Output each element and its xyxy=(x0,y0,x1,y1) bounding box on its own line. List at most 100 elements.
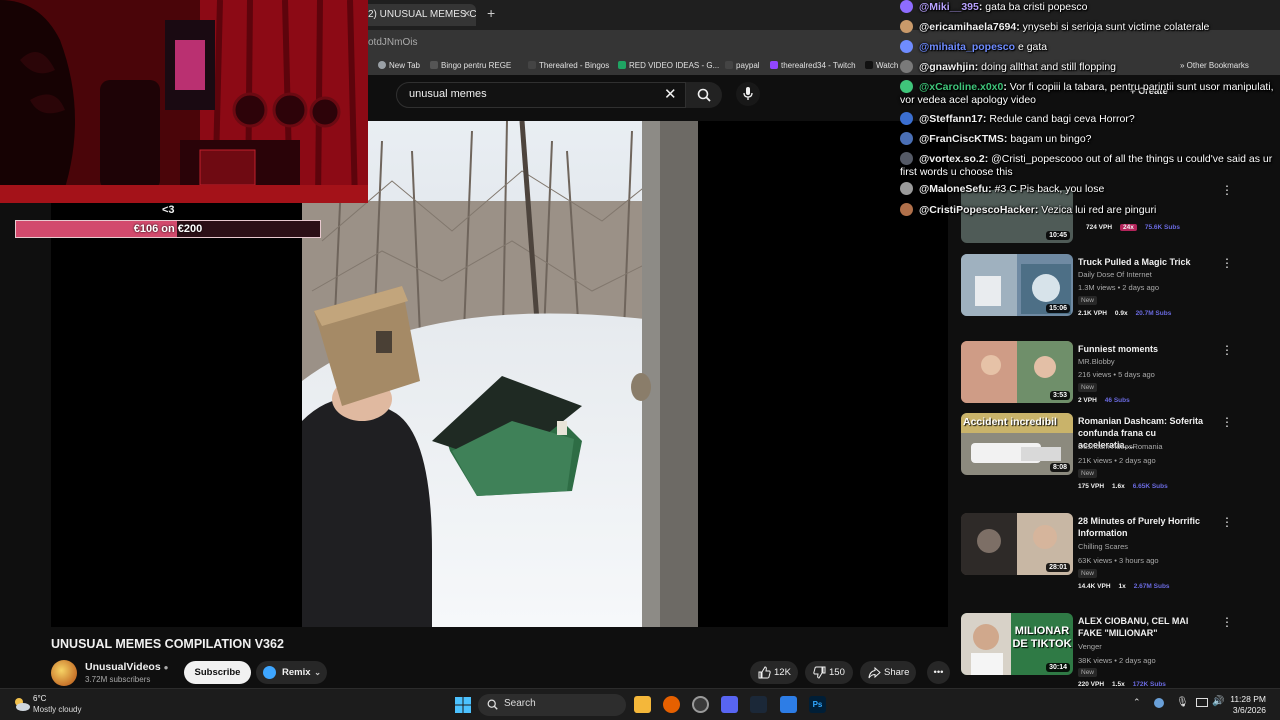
settings-icon[interactable] xyxy=(692,696,709,713)
heart-text: <3 xyxy=(162,204,175,216)
file-explorer-icon[interactable] xyxy=(634,696,651,713)
bookmark-new-tab[interactable]: New Tab xyxy=(378,61,420,70)
bookmark-paypal[interactable]: paypal xyxy=(725,61,760,70)
chevron-down-icon: ⌄ xyxy=(314,668,321,677)
firefox-icon[interactable] xyxy=(663,696,680,713)
voice-search-button[interactable] xyxy=(736,82,760,106)
dislike-button[interactable]: 150 xyxy=(805,661,853,684)
globe-icon xyxy=(378,61,386,69)
more-options-icon[interactable]: ⋮ xyxy=(1221,256,1233,270)
recommendation-item[interactable]: MILIONAR DE TIKTOK 30:14 ALEX CIOBANU, C… xyxy=(961,613,1261,688)
more-options-icon[interactable]: ⋮ xyxy=(1221,415,1233,429)
bookmark-red-video-ideas[interactable]: RED VIDEO IDEAS - G... xyxy=(618,61,719,70)
recommendation-item[interactable]: 3:53 Funniest moments MR.Blobby 216 view… xyxy=(961,341,1261,404)
more-options-icon[interactable]: ⋮ xyxy=(1221,515,1233,529)
recommendation-title[interactable]: 28 Minutes of Purely Horrific Informatio… xyxy=(1078,515,1213,539)
chat-message: @MaloneSefu: #3 C Pis back, you lose xyxy=(900,182,1104,196)
chat-message: @gnawhjin: doing allthat and still flopp… xyxy=(900,60,1116,74)
video-duration: 10:45 xyxy=(1046,231,1070,240)
windows-taskbar: 6°C Mostly cloudy Search Ps ⌃ 🎙 🔊 11:28 … xyxy=(0,688,1280,720)
chat-avatar xyxy=(900,152,913,165)
recommendation-thumbnail[interactable]: Accident incredibil 8:08 xyxy=(961,413,1073,475)
video-duration: 8:08 xyxy=(1049,463,1070,472)
chat-text: #3 C Pis back, you lose xyxy=(994,183,1105,195)
chat-message: @mihaita_popesco e gata xyxy=(900,40,1047,54)
bookmark-bingo[interactable]: Bingo pentru REGE xyxy=(430,61,511,70)
like-button[interactable]: 12K xyxy=(750,661,798,684)
windows-start-icon[interactable] xyxy=(455,697,471,713)
video-title: UNUSUAL MEMES COMPILATION V362 xyxy=(51,637,284,651)
recommendation-channel[interactable]: Chilling Scares xyxy=(1078,542,1128,551)
recommendation-thumbnail[interactable]: 3:53 xyxy=(961,341,1073,403)
clock-time[interactable]: 11:28 PM xyxy=(1226,694,1266,704)
chat-text: e gata xyxy=(1017,41,1048,53)
new-badge: New xyxy=(1078,296,1098,305)
tray-app-icon[interactable] xyxy=(1154,698,1164,708)
taskbar-search[interactable]: Search xyxy=(478,694,626,716)
remix-button[interactable]: Remix ⌄ xyxy=(256,661,327,684)
recommendation-stats: 220 VPH 1.5x 172K Subs xyxy=(1078,681,1166,688)
photoshop-icon[interactable]: Ps xyxy=(809,696,826,713)
more-actions-icon[interactable]: ••• xyxy=(927,661,950,684)
recommendation-thumbnail[interactable]: MILIONAR DE TIKTOK 30:14 xyxy=(961,613,1073,675)
verified-icon: ● xyxy=(163,663,169,672)
recommendation-title[interactable]: Funniest moments xyxy=(1078,343,1213,355)
browser-tab[interactable]: 2) UNUSUAL MEMES COM ✕ xyxy=(362,4,476,26)
discord-icon[interactable] xyxy=(721,696,738,713)
speaker-icon[interactable]: 🔊 xyxy=(1212,696,1224,707)
channel-name[interactable]: UnusualVideos ● xyxy=(85,661,168,673)
sheets-icon xyxy=(618,61,626,69)
recommendation-channel[interactable]: MR.Blobby xyxy=(1078,357,1115,366)
bookmark-twitch[interactable]: therealred34 - Twitch xyxy=(770,61,856,70)
chat-message: @CristiPopescoHacker: Vezica lui red are… xyxy=(900,203,1156,217)
recommendation-item[interactable]: Accident incredibil 8:08 Romanian Dashca… xyxy=(961,413,1261,490)
recommendation-title[interactable]: Truck Pulled a Magic Trick xyxy=(1078,256,1213,268)
clock-date[interactable]: 3/6/2026 xyxy=(1226,705,1266,715)
chat-text: Vezica lui red are pinguri xyxy=(1041,204,1157,216)
screen: 2) UNUSUAL MEMES COM ✕ + otdJNmOis New T… xyxy=(0,0,1280,720)
recommendation-channel[interactable]: Venger xyxy=(1078,642,1102,651)
recommendation-title[interactable]: ALEX CIOBANU, CEL MAI FAKE "MILIONAR" xyxy=(1078,615,1213,639)
recommendation-channel[interactable]: DashcamVideosRomania xyxy=(1078,442,1163,451)
chat-text: doing allthat and still flopping xyxy=(981,61,1117,73)
display-icon[interactable] xyxy=(1196,698,1208,707)
recommendation-channel[interactable]: Daily Dose Of Internet xyxy=(1078,270,1152,279)
chat-username: @gnawhjin xyxy=(919,61,975,73)
recommendation-meta: 216 views • 5 days ago xyxy=(1078,370,1155,379)
bookmark-therealred-bingos[interactable]: Therealred - Bingos xyxy=(528,61,609,70)
thumbnail-text: Accident incredibil xyxy=(963,416,1057,428)
other-bookmarks[interactable]: » Other Bookmarks xyxy=(1180,61,1249,70)
recommendation-thumbnail[interactable]: 15:06 xyxy=(961,254,1073,316)
temperature: 6°C xyxy=(33,694,47,703)
bingo-progress-bar: €106 on €200 xyxy=(15,220,321,238)
subscribe-button[interactable]: Subscribe xyxy=(184,661,251,684)
close-tab-icon[interactable]: ✕ xyxy=(463,4,471,26)
steam-icon[interactable] xyxy=(750,696,767,713)
search-button[interactable] xyxy=(686,82,722,108)
new-badge: New xyxy=(1078,469,1098,478)
more-options-icon[interactable]: ⋮ xyxy=(1221,615,1233,629)
clear-search-icon[interactable]: ✕ xyxy=(664,85,677,103)
bookmark-watch[interactable]: Watch xyxy=(865,61,898,70)
chat-avatar xyxy=(900,112,913,125)
recommendation-thumbnail[interactable]: 28:01 xyxy=(961,513,1073,575)
chevron-up-icon[interactable]: ⌃ xyxy=(1133,697,1141,708)
chat-avatar xyxy=(900,182,913,195)
new-tab-icon[interactable]: + xyxy=(487,5,495,21)
new-badge: New xyxy=(1078,383,1098,392)
chat-username: @CristiPopescoHacker xyxy=(919,204,1035,216)
remix-icon xyxy=(263,666,276,679)
chat-message: @Miki__395: gata ba cristi popesco xyxy=(900,0,1087,14)
share-button[interactable]: Share xyxy=(860,661,916,684)
app-icon[interactable] xyxy=(780,696,797,713)
microphone-icon[interactable]: 🎙 xyxy=(1176,697,1189,708)
more-options-icon[interactable]: ⋮ xyxy=(1221,183,1233,197)
recommendation-item[interactable]: 15:06 Truck Pulled a Magic Trick Daily D… xyxy=(961,254,1261,317)
new-badge: New xyxy=(1078,668,1098,677)
search-input[interactable]: unusual memes xyxy=(396,82,686,108)
channel-avatar[interactable] xyxy=(51,660,77,686)
more-options-icon[interactable]: ⋮ xyxy=(1221,343,1233,357)
chat-username: @vortex.so.2 xyxy=(919,153,985,165)
chat-username: @ericamihaela7694 xyxy=(919,21,1017,33)
recommendation-item[interactable]: 28:01 28 Minutes of Purely Horrific Info… xyxy=(961,513,1261,590)
